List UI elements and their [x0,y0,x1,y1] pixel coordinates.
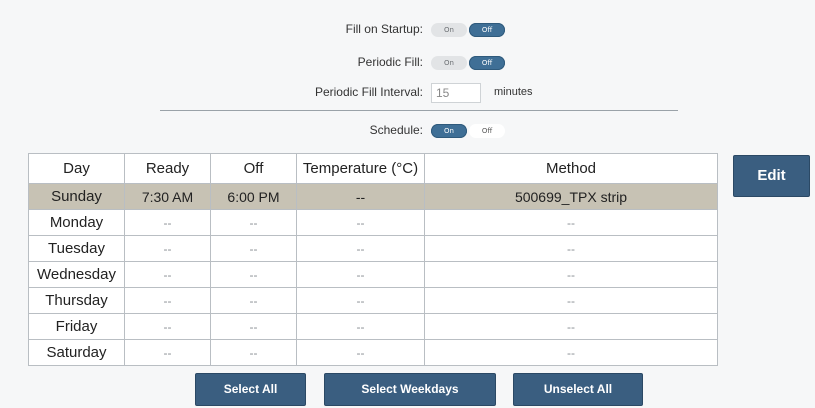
fill-on-startup-row: Fill on Startup: On Off [0,19,815,43]
cell-temperature: -- [296,235,425,262]
periodic-fill-on-option[interactable]: On [431,56,467,70]
table-header-row: Day Ready Off Temperature (°C) Method [28,153,718,184]
cell-day: Thursday [28,287,125,314]
cell-temperature: -- [296,287,425,314]
table-row-saturday[interactable]: Saturday -- -- -- -- [28,339,718,366]
periodic-fill-interval-label: Periodic Fill Interval: [314,85,423,99]
schedule-settings-panel: Fill on Startup: On Off Periodic Fill: O… [0,0,815,408]
column-header-day: Day [28,153,125,184]
table-row-thursday[interactable]: Thursday -- -- -- -- [28,287,718,314]
edit-button[interactable]: Edit [733,155,810,197]
fill-on-startup-toggle[interactable]: On Off [431,21,505,39]
table-row-sunday[interactable]: Sunday 7:30 AM 6:00 PM -- 500699_TPX str… [28,183,718,210]
cell-method: -- [424,339,718,366]
cell-temperature: -- [296,261,425,288]
cell-off: 6:00 PM [210,183,297,210]
schedule-label: Schedule: [369,123,423,137]
cell-day: Sunday [28,183,125,210]
schedule-table: Day Ready Off Temperature (°C) Method Su… [28,153,718,366]
cell-temperature: -- [296,313,425,340]
cell-off: -- [210,339,297,366]
cell-off: -- [210,261,297,288]
fill-on-startup-off-option[interactable]: Off [469,23,505,37]
periodic-fill-toggle[interactable]: On Off [431,54,505,72]
cell-ready: 7:30 AM [124,183,211,210]
interval-unit-label: minutes [494,86,533,98]
cell-off: -- [210,287,297,314]
cell-ready: -- [124,209,211,236]
cell-method: -- [424,209,718,236]
cell-temperature: -- [296,339,425,366]
cell-day: Monday [28,209,125,236]
unselect-all-button[interactable]: Unselect All [513,373,643,406]
cell-method: 500699_TPX strip [424,183,718,210]
periodic-fill-row: Periodic Fill: On Off [0,52,815,76]
cell-day: Saturday [28,339,125,366]
divider [160,110,678,111]
cell-temperature: -- [296,209,425,236]
periodic-fill-interval-input[interactable] [431,83,481,103]
schedule-row: Schedule: On Off [0,120,815,144]
cell-day: Friday [28,313,125,340]
cell-method: -- [424,287,718,314]
table-row-monday[interactable]: Monday -- -- -- -- [28,209,718,236]
fill-on-startup-label: Fill on Startup: [345,22,423,36]
schedule-off-option[interactable]: Off [469,124,505,138]
cell-off: -- [210,313,297,340]
select-weekdays-button[interactable]: Select Weekdays [324,373,496,406]
table-row-tuesday[interactable]: Tuesday -- -- -- -- [28,235,718,262]
cell-ready: -- [124,261,211,288]
column-header-off: Off [210,153,297,184]
column-header-temperature: Temperature (°C) [296,153,425,184]
cell-ready: -- [124,287,211,314]
fill-on-startup-on-option[interactable]: On [431,23,467,37]
cell-temperature: -- [296,183,425,210]
periodic-fill-interval-row: Periodic Fill Interval: minutes [0,82,815,106]
cell-ready: -- [124,235,211,262]
cell-off: -- [210,235,297,262]
periodic-fill-label: Periodic Fill: [357,55,423,69]
column-header-method: Method [424,153,718,184]
column-header-ready: Ready [124,153,211,184]
cell-day: Tuesday [28,235,125,262]
periodic-fill-off-option[interactable]: Off [469,56,505,70]
cell-method: -- [424,235,718,262]
cell-ready: -- [124,339,211,366]
cell-method: -- [424,313,718,340]
cell-day: Wednesday [28,261,125,288]
schedule-toggle[interactable]: On Off [431,122,505,140]
cell-method: -- [424,261,718,288]
table-row-friday[interactable]: Friday -- -- -- -- [28,313,718,340]
select-all-button[interactable]: Select All [195,373,306,406]
cell-off: -- [210,209,297,236]
cell-ready: -- [124,313,211,340]
table-row-wednesday[interactable]: Wednesday -- -- -- -- [28,261,718,288]
schedule-on-option[interactable]: On [431,124,467,138]
